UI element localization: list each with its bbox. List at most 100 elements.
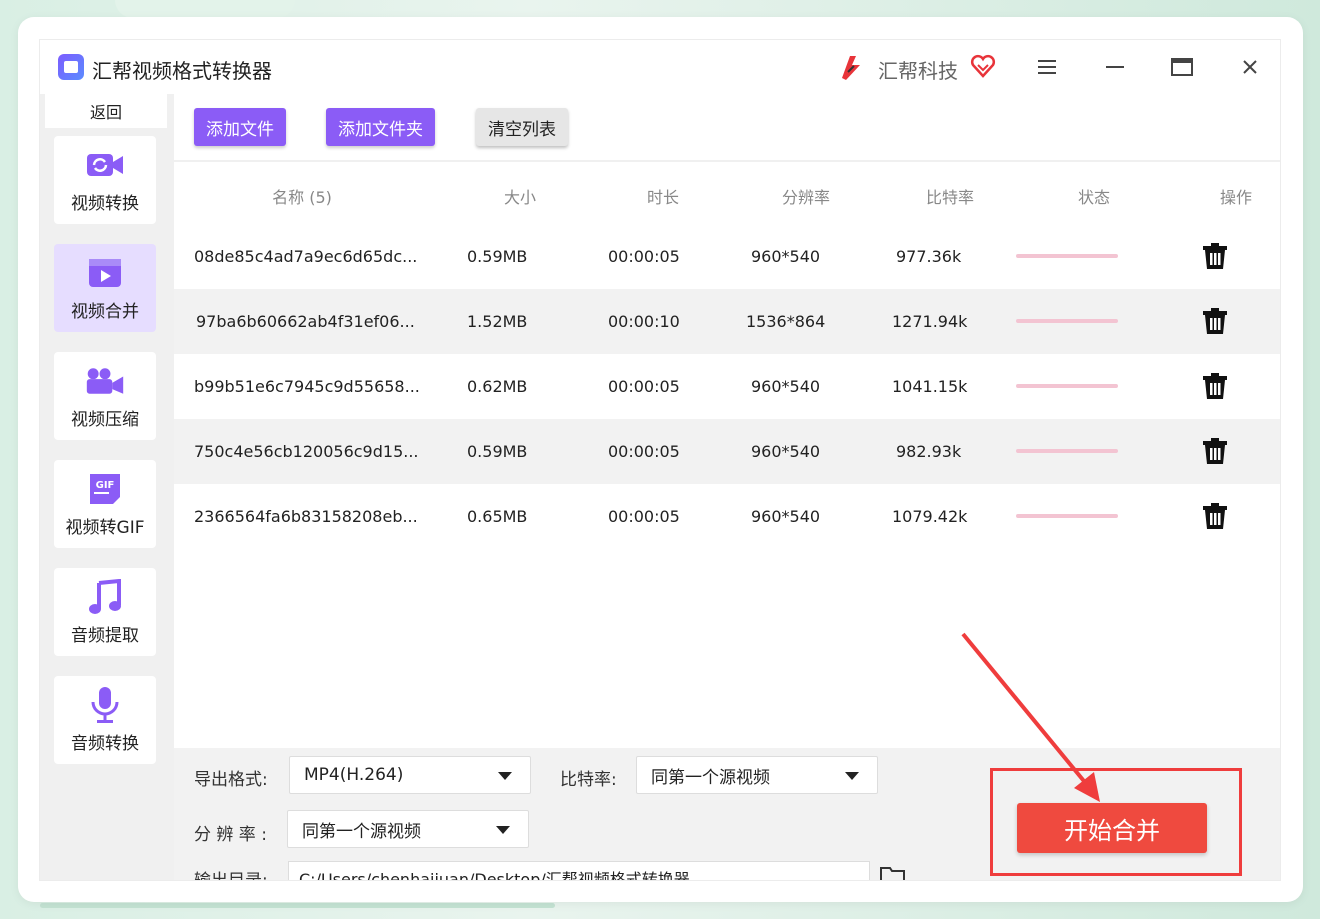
sidebar-item-audio-convert[interactable]: 音频转换 bbox=[54, 676, 156, 764]
cell-resolution: 960*540 bbox=[751, 507, 821, 526]
microphone-icon bbox=[85, 686, 125, 723]
cell-duration: 00:00:10 bbox=[608, 312, 680, 331]
sidebar: 返回 视频转换 视频合并 视频压缩 GIF 视频转GIF 音频提取 音频转换 bbox=[40, 94, 174, 880]
minimize-button[interactable] bbox=[1098, 52, 1132, 82]
close-button[interactable] bbox=[1233, 52, 1267, 82]
cell-name: 97ba6b60662ab4f31ef06... bbox=[196, 312, 415, 331]
cell-bitrate: 977.36k bbox=[896, 247, 962, 266]
sidebar-item-label: 视频转GIF bbox=[65, 517, 145, 538]
cell-resolution: 960*540 bbox=[751, 442, 821, 461]
close-icon bbox=[1243, 60, 1257, 74]
title-bar: 汇帮视频格式转换器 汇帮科技 bbox=[40, 40, 1280, 94]
status-progress-bar bbox=[1016, 449, 1118, 453]
table-row[interactable]: b99b51e6c7945c9d55658... 0.62MB 00:00:05… bbox=[174, 354, 1280, 419]
add-file-button[interactable]: 添加文件 bbox=[194, 108, 286, 146]
chevron-down-icon bbox=[496, 826, 510, 834]
maximize-button[interactable] bbox=[1165, 52, 1199, 82]
app-title: 汇帮视频格式转换器 bbox=[92, 59, 272, 83]
trash-icon[interactable] bbox=[1202, 502, 1228, 530]
screenshot-card: 汇帮视频格式转换器 汇帮科技 返回 视频转换 视频合并 视频压缩 GIF 视频转… bbox=[18, 17, 1303, 902]
sidebar-item-label: 音频转换 bbox=[71, 733, 139, 754]
menu-button[interactable] bbox=[1030, 52, 1064, 82]
app-window: 汇帮视频格式转换器 汇帮科技 返回 视频转换 视频合并 视频压缩 GIF 视频转… bbox=[39, 39, 1281, 881]
table-row[interactable]: 97ba6b60662ab4f31ef06... 1.52MB 00:00:10… bbox=[174, 289, 1280, 354]
output-dir-label: 输出目录: bbox=[194, 871, 268, 881]
table-row[interactable]: 2366564fa6b83158208eb... 0.65MB 00:00:05… bbox=[174, 484, 1280, 549]
video-merge-icon bbox=[85, 255, 125, 291]
hamburger-icon bbox=[1038, 60, 1056, 74]
sidebar-item-label: 视频合并 bbox=[71, 301, 139, 322]
cell-resolution: 1536*864 bbox=[746, 312, 826, 331]
column-header-resolution: 分辨率 bbox=[781, 188, 830, 207]
add-folder-button[interactable]: 添加文件夹 bbox=[326, 108, 435, 146]
cell-name: 08de85c4ad7a9ec6d65dc... bbox=[194, 247, 418, 266]
trash-icon[interactable] bbox=[1202, 372, 1228, 400]
sidebar-item-video-merge[interactable]: 视频合并 bbox=[54, 244, 156, 332]
cell-bitrate: 982.93k bbox=[896, 442, 962, 461]
sidebar-item-label: 音频提取 bbox=[71, 625, 139, 646]
trash-icon[interactable] bbox=[1202, 307, 1228, 335]
cell-duration: 00:00:05 bbox=[608, 442, 680, 461]
cell-size: 0.62MB bbox=[467, 377, 528, 396]
cell-bitrate: 1271.94k bbox=[892, 312, 968, 331]
format-label: 导出格式: bbox=[194, 770, 268, 790]
column-header-actions: 操作 bbox=[1219, 188, 1252, 207]
bitrate-select[interactable]: 同第一个源视频 bbox=[636, 756, 878, 794]
cell-name: 2366564fa6b83158208eb... bbox=[194, 507, 418, 526]
sidebar-item-audio-extract[interactable]: 音频提取 bbox=[54, 568, 156, 656]
status-progress-bar bbox=[1016, 514, 1118, 518]
heart-badge-icon[interactable] bbox=[970, 53, 996, 79]
back-button[interactable]: 返回 bbox=[45, 94, 167, 128]
toolbar: 添加文件 添加文件夹 清空列表 bbox=[174, 94, 1280, 162]
background-scroll-strip bbox=[40, 903, 555, 908]
minimize-icon bbox=[1106, 66, 1124, 68]
music-note-icon bbox=[85, 578, 125, 615]
resolution-label: 分 辨 率 : bbox=[194, 825, 267, 845]
video-compress-icon bbox=[85, 363, 125, 399]
status-progress-bar bbox=[1016, 384, 1118, 388]
folder-icon[interactable] bbox=[880, 866, 906, 881]
video-gif-icon: GIF bbox=[85, 471, 125, 507]
cell-size: 1.52MB bbox=[467, 312, 528, 331]
format-select[interactable]: MP4(H.264) bbox=[289, 756, 531, 794]
bitrate-label: 比特率: bbox=[560, 770, 617, 790]
gif-badge-text: GIF bbox=[96, 480, 115, 491]
output-path-field[interactable]: C:/Users/chenhaijuan/Desktop/汇帮视频格式转换器 bbox=[288, 861, 870, 880]
start-merge-button[interactable]: 开始合并 bbox=[1017, 803, 1207, 853]
brand-name: 汇帮科技 bbox=[878, 59, 958, 83]
trash-icon[interactable] bbox=[1202, 242, 1228, 270]
background-shape bbox=[115, 0, 295, 18]
format-value: MP4(H.264) bbox=[304, 765, 404, 785]
column-header-status: 状态 bbox=[1077, 188, 1110, 207]
chevron-down-icon bbox=[498, 772, 512, 780]
cell-name: b99b51e6c7945c9d55658... bbox=[194, 377, 420, 396]
table-header: 名称 (5) 大小 时长 分辨率 比特率 状态 操作 bbox=[174, 162, 1280, 224]
resolution-value: 同第一个源视频 bbox=[302, 821, 421, 842]
column-header-duration: 时长 bbox=[646, 188, 679, 207]
chevron-down-icon bbox=[845, 772, 859, 780]
cell-size: 0.59MB bbox=[467, 247, 528, 266]
cell-duration: 00:00:05 bbox=[608, 247, 680, 266]
resolution-select[interactable]: 同第一个源视频 bbox=[287, 810, 529, 848]
column-header-name: 名称 (5) bbox=[272, 188, 332, 207]
sidebar-item-video-convert[interactable]: 视频转换 bbox=[54, 136, 156, 224]
app-logo-icon bbox=[58, 54, 84, 80]
cell-size: 0.65MB bbox=[467, 507, 528, 526]
sidebar-item-video-gif[interactable]: GIF 视频转GIF bbox=[54, 460, 156, 548]
cell-resolution: 960*540 bbox=[751, 377, 821, 396]
sidebar-item-label: 视频压缩 bbox=[71, 409, 139, 430]
clear-list-button[interactable]: 清空列表 bbox=[476, 108, 568, 146]
video-convert-icon bbox=[85, 147, 125, 183]
cell-duration: 00:00:05 bbox=[608, 377, 680, 396]
cell-bitrate: 1079.42k bbox=[892, 507, 968, 526]
cell-resolution: 960*540 bbox=[751, 247, 821, 266]
cell-bitrate: 1041.15k bbox=[892, 377, 968, 396]
sidebar-item-label: 视频转换 bbox=[71, 193, 139, 214]
table-row[interactable]: 750c4e56cb120056c9d15... 0.59MB 00:00:05… bbox=[174, 419, 1280, 484]
trash-icon[interactable] bbox=[1202, 437, 1228, 465]
cell-duration: 00:00:05 bbox=[608, 507, 680, 526]
status-progress-bar bbox=[1016, 254, 1118, 258]
sidebar-item-video-compress[interactable]: 视频压缩 bbox=[54, 352, 156, 440]
table-row[interactable]: 08de85c4ad7a9ec6d65dc... 0.59MB 00:00:05… bbox=[174, 224, 1280, 289]
file-table: 名称 (5) 大小 时长 分辨率 比特率 状态 操作 08de85c4ad7a9… bbox=[174, 162, 1280, 748]
